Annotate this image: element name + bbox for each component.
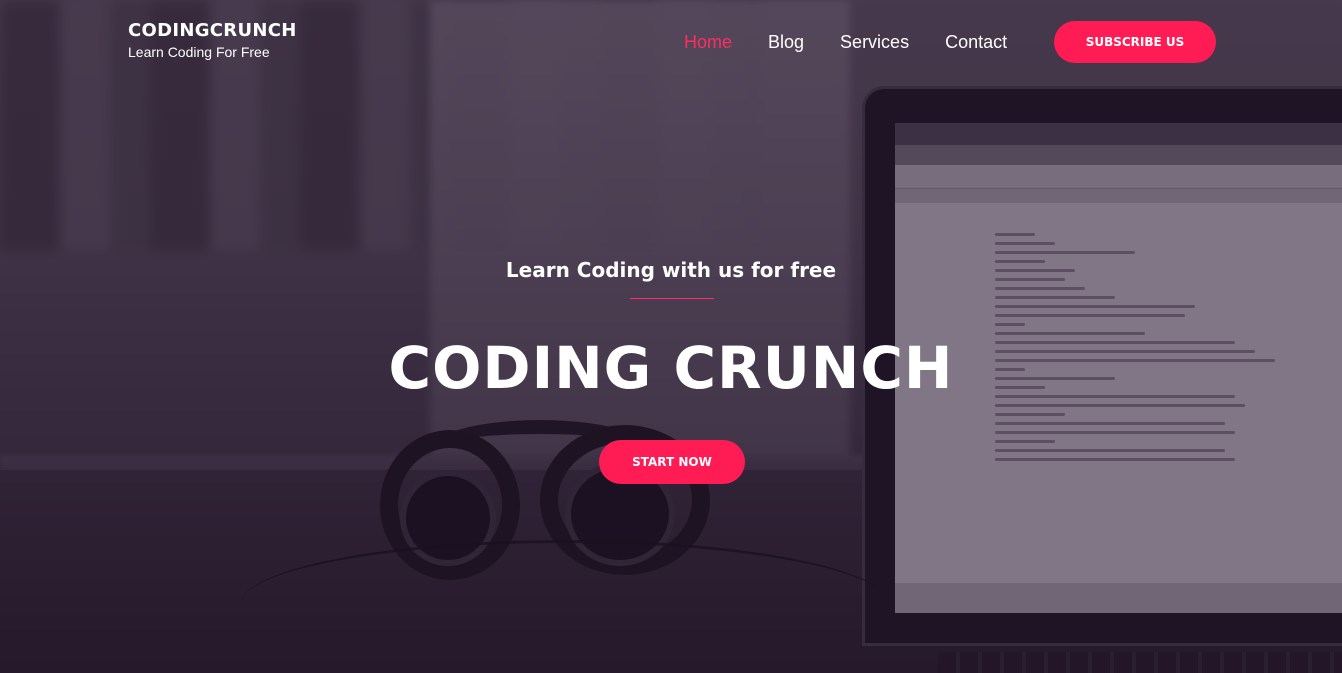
nav-link-blog[interactable]: Blog xyxy=(768,30,804,54)
hero-title: CODING CRUNCH xyxy=(388,334,954,402)
brand-logo[interactable]: CODINGCRUNCH Learn Coding For Free xyxy=(128,20,297,60)
main-nav: Home Blog Services Contact xyxy=(684,30,1043,54)
nav-link-contact[interactable]: Contact xyxy=(945,30,1007,54)
nav-link-services[interactable]: Services xyxy=(840,30,909,54)
start-now-button[interactable]: START NOW xyxy=(599,440,745,484)
brand-name: CODINGCRUNCH xyxy=(128,20,297,41)
hero-divider xyxy=(630,298,714,299)
subscribe-button[interactable]: SUBSCRIBE US xyxy=(1054,21,1216,63)
hero-subtitle: Learn Coding with us for free xyxy=(505,258,837,282)
nav-link-home[interactable]: Home xyxy=(684,30,732,54)
brand-tagline: Learn Coding For Free xyxy=(128,44,270,60)
